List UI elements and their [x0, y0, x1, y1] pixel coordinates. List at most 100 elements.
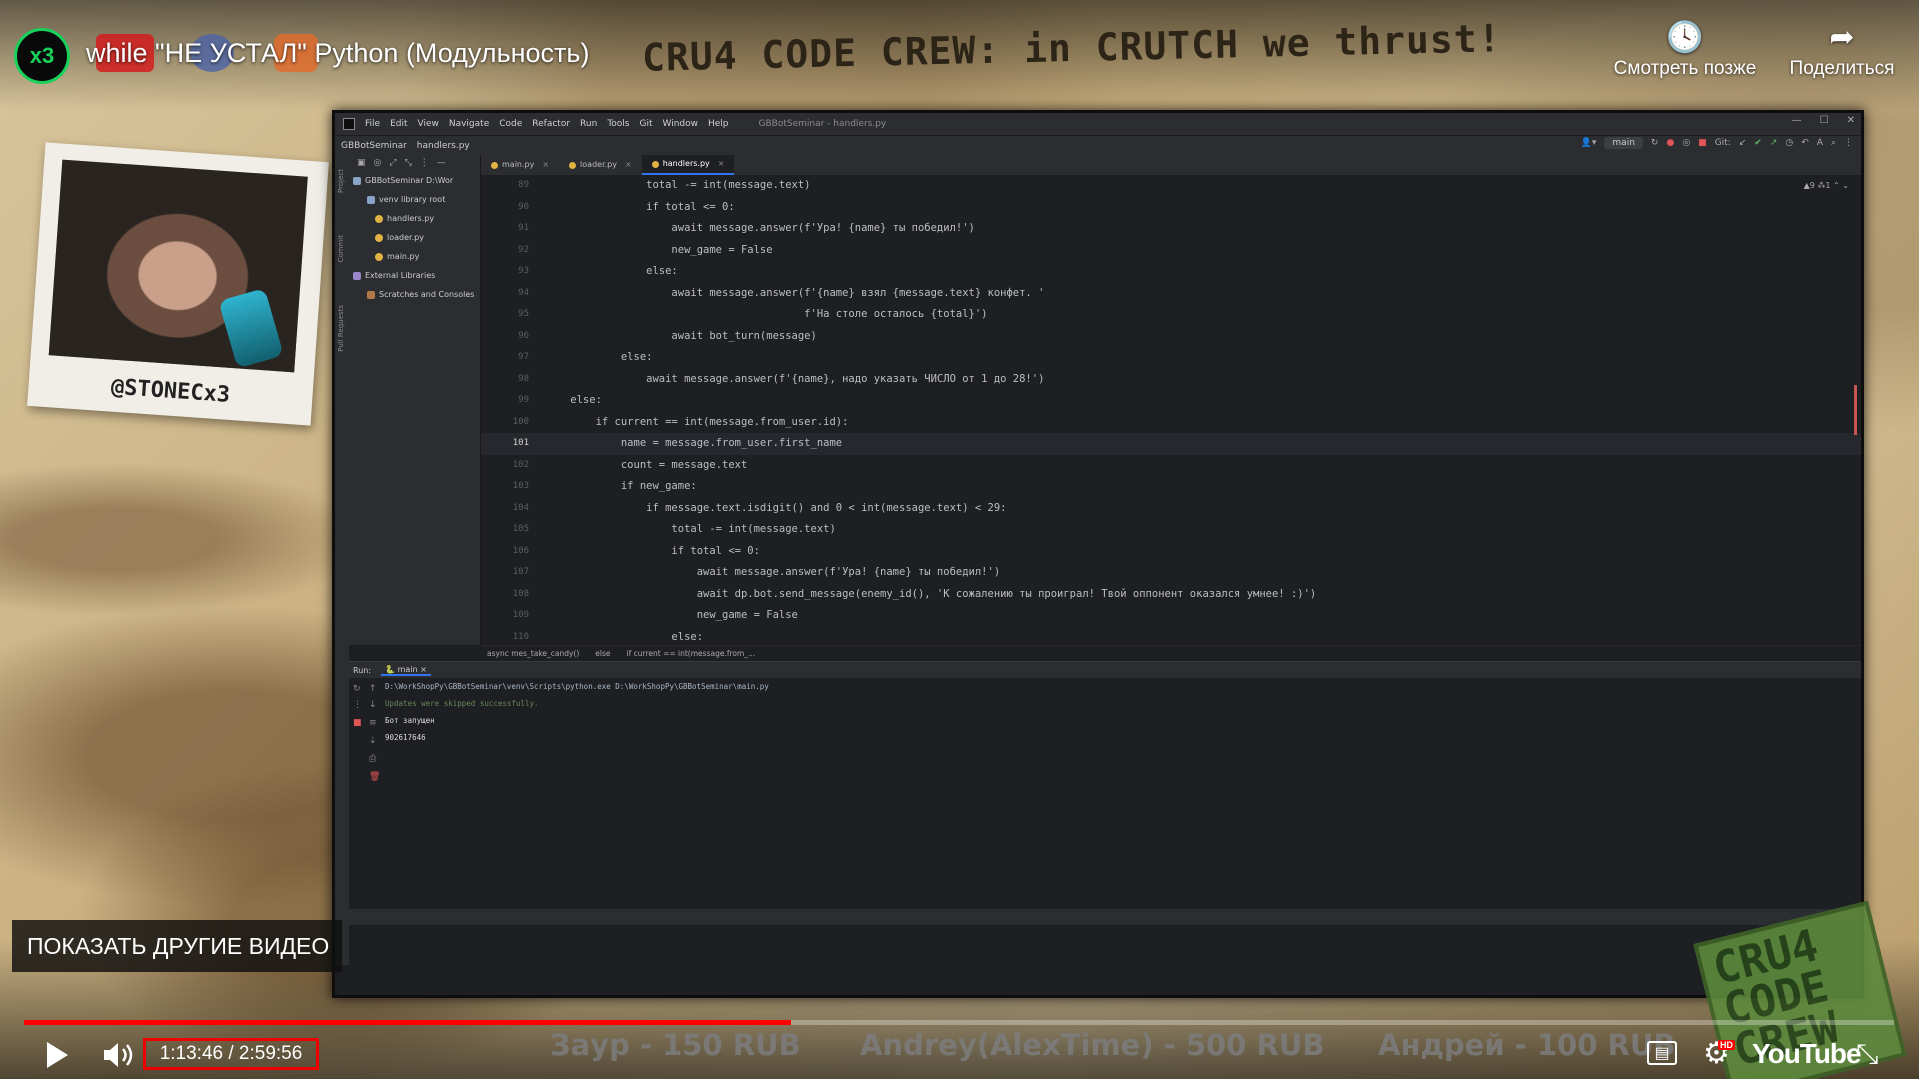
code-line[interactable]: 100 if current == int(message.from_user.… — [481, 412, 1861, 434]
share-button[interactable]: ➦ Поделиться — [1762, 18, 1919, 80]
rerun-run-icon[interactable]: ↻ — [353, 684, 361, 694]
code-line[interactable]: 95 f'На столе осталось {total}') — [481, 304, 1861, 326]
delete-icon[interactable]: 🗑 — [369, 772, 380, 782]
run-console-output[interactable]: D:\WorkShopPy\GBBotSeminar\venv\Scripts\… — [385, 678, 769, 746]
options-icon[interactable]: ⋮ — [420, 158, 429, 168]
code-line[interactable]: 107 await message.answer(f'Ура! {name} т… — [481, 562, 1861, 584]
play-button[interactable] — [44, 1040, 70, 1070]
tree-item[interactable]: loader.py — [349, 228, 480, 247]
menu-item-git[interactable]: Git — [639, 119, 652, 129]
code-breadcrumb-item[interactable]: async mes_take_candy() — [487, 649, 579, 658]
history-icon[interactable]: ◷ — [1785, 138, 1793, 148]
progress-bar[interactable] — [24, 1020, 1894, 1025]
code-line[interactable]: 110 else: — [481, 627, 1861, 642]
code-line[interactable]: 94 await message.answer(f'{name} взял {m… — [481, 283, 1861, 305]
hide-icon[interactable]: — — [437, 158, 446, 168]
menu-item-file[interactable]: File — [365, 119, 380, 129]
close-tab-icon[interactable]: × — [625, 155, 632, 175]
menu-item-refactor[interactable]: Refactor — [532, 119, 570, 129]
menu-item-window[interactable]: Window — [663, 119, 699, 129]
soft-wrap-icon[interactable]: ≡ — [369, 718, 377, 728]
code-line[interactable]: 106 if total <= 0: — [481, 541, 1861, 563]
print-icon[interactable]: ⎙ — [369, 754, 376, 764]
menu-item-view[interactable]: View — [418, 119, 439, 129]
tree-item[interactable]: main.py — [349, 247, 480, 266]
commit-tool-tab[interactable]: Commit — [337, 235, 345, 263]
show-more-videos-button[interactable]: ПОКАЗАТЬ ДРУГИЕ ВИДЕО — [12, 920, 342, 972]
channel-avatar[interactable]: x3 — [14, 28, 70, 84]
collapse-icon[interactable]: ⤡ — [405, 158, 412, 168]
menu-item-navigate[interactable]: Navigate — [449, 119, 489, 129]
code-line[interactable]: 91 await message.answer(f'Ура! {name} ты… — [481, 218, 1861, 240]
settings-run-icon[interactable]: ⋮ — [353, 700, 362, 710]
code-line[interactable]: 90 if total <= 0: — [481, 197, 1861, 219]
tree-item[interactable]: handlers.py — [349, 209, 480, 228]
youtube-logo[interactable]: YouTube — [1752, 1038, 1862, 1070]
fullscreen-exit-icon[interactable]: ⤡ — [1856, 1038, 1878, 1071]
locate-icon[interactable]: ◎ — [374, 158, 382, 168]
user-icon[interactable]: 👤▾ — [1581, 138, 1597, 148]
close-icon[interactable]: ✕ — [1847, 115, 1855, 126]
more-icon[interactable]: ⋮ — [1844, 138, 1853, 148]
code-line[interactable]: 103 if new_game: — [481, 476, 1861, 498]
code-breadcrumb-item[interactable]: if current == int(message.from_... — [627, 649, 756, 658]
menu-item-tools[interactable]: Tools — [607, 119, 629, 129]
project-tool-tab[interactable]: Project — [337, 169, 345, 193]
tree-item[interactable]: venv library root — [349, 190, 480, 209]
menu-item-code[interactable]: Code — [499, 119, 522, 129]
scroll-down-icon[interactable]: ↓ — [369, 700, 377, 710]
stop-icon[interactable]: ■ — [1698, 138, 1707, 148]
tree-item[interactable]: External Libraries — [349, 266, 480, 285]
subtitles-icon[interactable]: ▤ — [1647, 1041, 1677, 1065]
folder-icon[interactable]: ▣ — [357, 158, 366, 168]
video-title[interactable]: while "НЕ УСТАЛ" Python (Модульность) — [86, 38, 589, 69]
code-line[interactable]: 89 total -= int(message.text) — [481, 175, 1861, 197]
code-line[interactable]: 98 await message.answer(f'{name}, надо у… — [481, 369, 1861, 391]
menu-item-run[interactable]: Run — [580, 119, 597, 129]
code-line[interactable]: 97 else: — [481, 347, 1861, 369]
code-line[interactable]: 96 await bot_turn(message) — [481, 326, 1861, 348]
close-tab-icon[interactable]: × — [542, 155, 549, 175]
minimize-icon[interactable]: — — [1792, 115, 1802, 126]
coverage-icon[interactable]: ◎ — [1682, 138, 1690, 148]
close-tab-icon[interactable]: × — [718, 154, 725, 174]
menu-item-edit[interactable]: Edit — [390, 119, 407, 129]
tree-item[interactable]: GBBotSeminar D:\Wor — [349, 171, 480, 190]
scroll-marker[interactable] — [1854, 385, 1857, 435]
rollback-icon[interactable]: ↶ — [1801, 138, 1809, 148]
maximize-icon[interactable]: ☐ — [1820, 115, 1829, 126]
code-line[interactable]: 109 new_game = False — [481, 605, 1861, 627]
run-config-selector[interactable]: main — [1604, 137, 1643, 149]
watch-later-button[interactable]: 🕓 Смотреть позже — [1605, 18, 1765, 80]
code-breadcrumb-item[interactable]: else — [595, 649, 610, 658]
code-line[interactable]: 92 new_game = False — [481, 240, 1861, 262]
code-line[interactable]: 105 total -= int(message.text) — [481, 519, 1861, 541]
editor-tab[interactable]: handlers.py × — [641, 154, 735, 175]
git-commit-icon[interactable]: ✔ — [1754, 138, 1762, 148]
code-line[interactable]: 93 else: — [481, 261, 1861, 283]
editor-tab[interactable]: main.py × — [481, 155, 559, 175]
rerun-icon[interactable]: ↻ — [1651, 138, 1659, 148]
search-icon[interactable]: ⌕ — [1831, 138, 1836, 148]
code-line[interactable]: 99 else: — [481, 390, 1861, 412]
code-line[interactable]: 108 await dp.bot.send_message(enemy_id()… — [481, 584, 1861, 606]
git-push-icon[interactable]: ↗ — [1770, 138, 1778, 148]
tree-item[interactable]: Scratches and Consoles — [349, 285, 480, 304]
editor-tab[interactable]: loader.py × — [559, 155, 642, 175]
stop-run-icon[interactable]: ■ — [353, 718, 362, 728]
breadcrumb-file[interactable]: handlers.py — [417, 141, 470, 151]
run-config-tab[interactable]: 🐍 main × — [381, 665, 431, 676]
code-line[interactable]: 101 name = message.from_user.first_name — [481, 433, 1861, 455]
menu-item-help[interactable]: Help — [708, 119, 729, 129]
code-line[interactable]: 104 if message.text.isdigit() and 0 < in… — [481, 498, 1861, 520]
debug-icon[interactable]: ● — [1666, 138, 1674, 148]
breadcrumb-project[interactable]: GBBotSeminar — [341, 141, 407, 151]
translate-icon[interactable]: A — [1817, 138, 1823, 148]
expand-icon[interactable]: ⤢ — [389, 158, 396, 168]
scroll-up-icon[interactable]: ↑ — [369, 684, 377, 694]
pull-requests-tool-tab[interactable]: Pull Requests — [337, 305, 345, 352]
git-update-icon[interactable]: ↙ — [1739, 138, 1747, 148]
volume-button[interactable] — [102, 1040, 136, 1070]
code-line[interactable]: 102 count = message.text — [481, 455, 1861, 477]
code-area[interactable]: 89 total -= int(message.text) 90 if total… — [481, 175, 1861, 641]
